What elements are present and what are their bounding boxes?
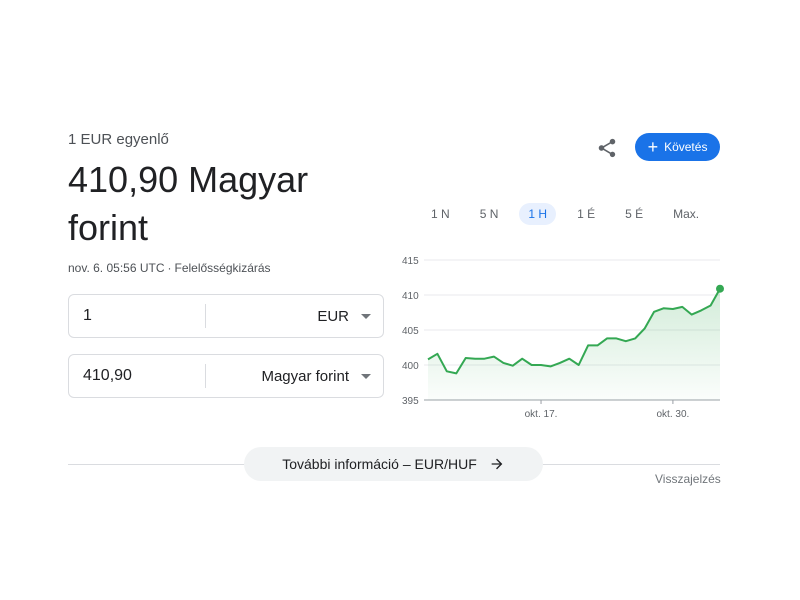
more-info-label: További információ – EUR/HUF: [282, 456, 477, 472]
data-point: [521, 358, 523, 360]
data-point: [436, 353, 438, 355]
price-area: [428, 288, 720, 400]
plus-icon: +: [647, 137, 659, 157]
data-point: [672, 308, 674, 310]
timestamp: nov. 6. 05:56 UTC: [68, 261, 165, 275]
share-icon[interactable]: [596, 137, 618, 159]
data-point: [643, 327, 645, 329]
timestamp-line: nov. 6. 05:56 UTC · Felelősségkizárás: [68, 261, 271, 275]
converted-rate: 410,90 Magyar forint: [68, 159, 309, 248]
data-point: [578, 364, 580, 366]
range-tab[interactable]: Max.: [664, 203, 708, 225]
data-point: [455, 372, 457, 374]
data-point: [625, 340, 627, 342]
range-tab[interactable]: 1 É: [568, 203, 604, 225]
disclaimer-link[interactable]: Felelősségkizárás: [175, 261, 271, 275]
from-amount-input[interactable]: [69, 294, 205, 338]
to-amount-input[interactable]: [69, 354, 205, 398]
data-point: [446, 370, 448, 372]
data-point: [587, 344, 589, 346]
x-tick-label: okt. 17.: [525, 409, 558, 420]
data-point: [559, 362, 561, 364]
data-point: [653, 311, 655, 313]
range-tab[interactable]: 5 N: [471, 203, 508, 225]
range-tab[interactable]: 1 N: [422, 203, 459, 225]
data-point: [483, 358, 485, 360]
x-tick-label: okt. 30.: [656, 409, 689, 420]
more-info-button[interactable]: További információ – EUR/HUF: [244, 447, 543, 481]
follow-button[interactable]: + Követés: [635, 133, 720, 161]
data-point: [596, 344, 598, 346]
to-currency-label: Magyar forint: [261, 367, 349, 385]
data-point: [530, 364, 532, 366]
data-point: [427, 358, 429, 360]
data-point: [493, 355, 495, 357]
from-currency-label: EUR: [317, 307, 349, 325]
feedback-link[interactable]: Visszajelzés: [655, 472, 721, 486]
range-tabs: 1 N 5 N 1 H 1 É 5 É Max.: [422, 203, 720, 225]
y-tick-label: 405: [402, 326, 419, 337]
equal-label: 1 EUR egyenlő: [68, 131, 169, 148]
dropdown-caret-icon: [361, 373, 371, 379]
data-point: [606, 337, 608, 339]
data-point: [681, 306, 683, 308]
data-point: [540, 364, 542, 366]
range-tab[interactable]: 1 H: [519, 203, 557, 225]
from-currency-select[interactable]: EUR: [206, 295, 383, 337]
y-tick-label: 395: [402, 396, 419, 407]
y-tick-label: 410: [402, 291, 419, 302]
y-tick-label: 400: [402, 361, 419, 372]
data-point: [464, 357, 466, 359]
from-converter: EUR: [68, 294, 384, 338]
to-currency-select[interactable]: Magyar forint: [206, 355, 383, 397]
data-point: [502, 362, 504, 364]
follow-label: Követés: [664, 140, 708, 154]
separator: ·: [167, 261, 172, 275]
data-point: [512, 365, 514, 367]
data-point: [474, 358, 476, 360]
arrow-right-icon: [491, 458, 503, 470]
data-point: [709, 304, 711, 306]
data-point: [634, 337, 636, 339]
price-chart: 415 410 405 400 395 okt. 17. okt. 30.: [402, 256, 724, 420]
to-converter: Magyar forint: [68, 354, 384, 398]
data-point: [549, 365, 551, 367]
y-tick-label: 415: [402, 256, 419, 267]
data-point: [615, 337, 617, 339]
dropdown-caret-icon: [361, 313, 371, 319]
data-point: [568, 358, 570, 360]
data-point: [691, 313, 693, 315]
data-point: [662, 307, 664, 309]
data-point: [700, 309, 702, 311]
latest-point: [716, 284, 724, 293]
range-tab[interactable]: 5 É: [616, 203, 652, 225]
share-icon-svg: [598, 138, 616, 158]
